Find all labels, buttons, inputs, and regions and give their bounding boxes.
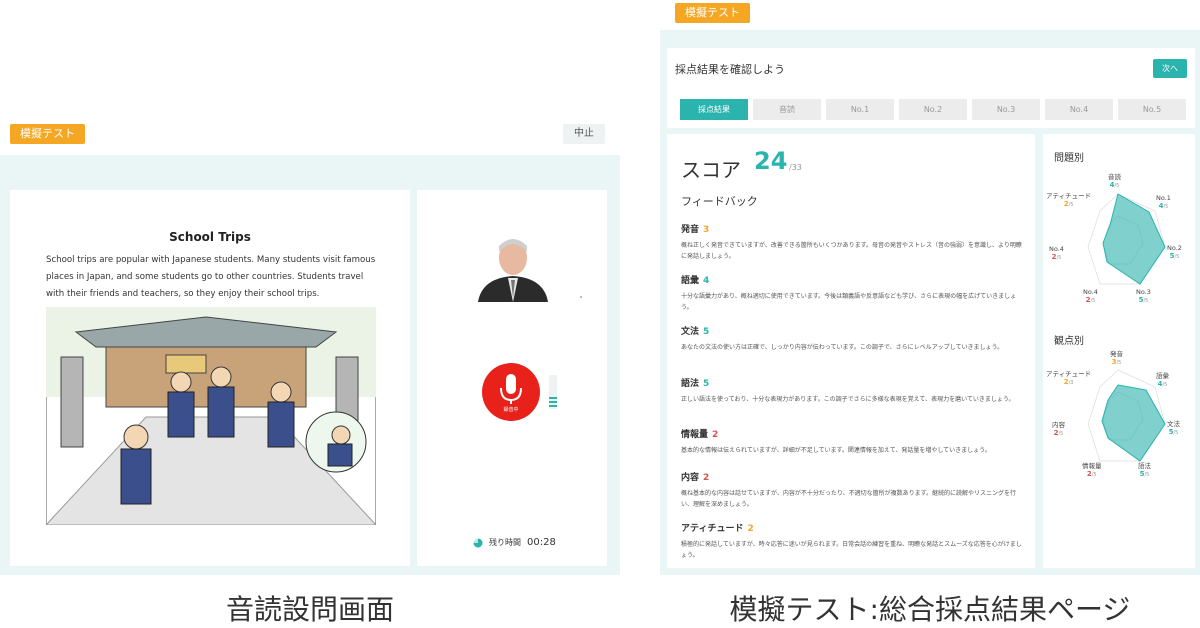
score-label: スコア — [681, 158, 741, 182]
feedback-title: フィードバック — [681, 195, 758, 208]
feedback-item: 語彙 4 十分な語彙力があり、概ね適切に使用できています。今後は類義語や反意語など… — [681, 273, 1026, 313]
feedback-name: 語法 — [681, 379, 700, 389]
feedback-score: 5 — [703, 327, 710, 337]
feedback-score: 3 — [703, 225, 710, 235]
tab-no5[interactable]: No.5 — [1118, 99, 1186, 120]
tab-no1[interactable]: No.1 — [826, 99, 894, 120]
timer-icon — [473, 538, 483, 547]
tab-no4[interactable]: No.4 — [1045, 99, 1113, 120]
timer-value: 00:28 — [527, 537, 556, 548]
radar-label-a6: アティチュード 2/3 — [1046, 370, 1092, 386]
radar-label-a0: 発音 3/5 — [1110, 350, 1123, 366]
school-trip-illustration — [46, 307, 376, 525]
radar-label-a3: 語法 5/5 — [1138, 462, 1151, 478]
radar-label-q2: No.2 5/5 — [1167, 244, 1182, 260]
feedback-score: 2 — [712, 430, 719, 440]
feedback-item: アティチュード 2 積極的に発話していますが、時々応答に迷いが見られます。日常会話… — [681, 521, 1026, 561]
tab-no2[interactable]: No.2 — [899, 99, 967, 120]
by-aspect-title: 観点別 — [1054, 336, 1084, 347]
feedback-item: 発音 3 概ね正しく発音できていますが、改善できる箇所もいくつかあります。母音の発… — [681, 222, 1026, 262]
radar-label-q4: No.4 2/5 — [1083, 288, 1098, 304]
feedback-name: 情報量 — [681, 430, 709, 440]
reading-passage: School trips are popular with Japanese s… — [46, 255, 376, 299]
tab-results[interactable]: 採点結果 — [680, 99, 748, 120]
tab-no3[interactable]: No.3 — [972, 99, 1040, 120]
feedback-text: 正しい語法を使っており、十分な表現力があります。この調子でさらに多様な表現を覚え… — [681, 396, 1015, 403]
timer-label: 残り時間 — [489, 538, 521, 547]
volume-meter — [549, 375, 557, 409]
result-tabs: 採点結果 音読 No.1 No.2 No.3 No.4 No.5 — [680, 99, 1186, 120]
mock-test-badge-results: 模擬テスト — [675, 3, 750, 23]
radar-label-q1: No.1 4/5 — [1156, 194, 1171, 210]
results-heading: 採点結果を確認しよう — [675, 63, 785, 76]
radar-label-q6: アティチュード 2/5 — [1046, 192, 1092, 208]
feedback-text: 十分な語彙力があり、概ね適切に使用できています。今後は類義語や反意語なども学び、… — [681, 293, 1017, 311]
feedback-text: 基本的な情報は伝えられていますが、詳細が不足しています。関連情報を加えて、発話量… — [681, 447, 991, 454]
feedback-score: 2 — [703, 473, 710, 483]
caption-results-page: 模擬テスト:総合採点結果ページ — [729, 593, 1131, 626]
feedback-score: 4 — [703, 276, 710, 286]
radar-label-a4: 情報量 2/5 — [1082, 462, 1102, 478]
dot-marker — [580, 296, 582, 298]
feedback-item: 語法 5 正しい語法を使っており、十分な表現力があります。この調子でさらに多様な表… — [681, 376, 1026, 405]
feedback-item: 内容 2 概ね基本的な内容は話せていますが、内容が不十分だったり、不適切な箇所が複… — [681, 470, 1026, 510]
radar-label-a5: 内容 2/5 — [1052, 421, 1065, 437]
mic-status: 録音中 — [503, 407, 519, 413]
feedback-name: アティチュード — [681, 524, 744, 534]
radar-label-q0: 音読 4/5 — [1108, 173, 1121, 189]
by-question-title: 問題別 — [1054, 153, 1084, 164]
record-button[interactable] — [481, 362, 541, 422]
feedback-text: あなたの文法の使い方は正確で、しっかり内容が伝わっています。この調子で、さらにレ… — [681, 344, 1004, 351]
feedback-item: 情報量 2 基本的な情報は伝えられていますが、詳細が不足しています。関連情報を加え… — [681, 427, 1026, 456]
radar-label-a2: 文法 5/5 — [1167, 420, 1180, 436]
caption-reading-screen: 音読設問画面 — [225, 593, 394, 626]
feedback-name: 文法 — [681, 327, 700, 337]
feedback-text: 積極的に発話していますが、時々応答に迷いが見られます。日常会話の練習を重ね、明瞭… — [681, 541, 1022, 559]
feedback-text: 概ね正しく発音できていますが、改善できる箇所もいくつかあります。母音の発音やスト… — [681, 242, 1022, 260]
radar-label-q5: No.4 2/5 — [1049, 245, 1064, 261]
feedback-name: 語彙 — [681, 276, 700, 286]
abort-button[interactable]: 中止 — [563, 124, 605, 144]
remaining-time: 残り時間 00:28 — [473, 537, 556, 548]
score-value: 24 — [754, 147, 788, 175]
feedback-name: 内容 — [681, 473, 700, 483]
score-total: /33 — [789, 163, 802, 172]
feedback-score: 2 — [747, 524, 754, 534]
radar-label-a1: 語彙 4/5 — [1156, 372, 1169, 388]
feedback-item: 文法 5 あなたの文法の使い方は正確で、しっかり内容が伝わっています。この調子で、… — [681, 324, 1026, 353]
radar-shape-aspect — [1101, 384, 1166, 462]
radar-label-q3: No.3 5/5 — [1136, 288, 1151, 304]
feedback-name: 発音 — [681, 225, 700, 235]
reading-title: School Trips — [169, 230, 251, 244]
tab-reading[interactable]: 音読 — [753, 99, 821, 120]
examiner-photo — [472, 228, 554, 302]
feedback-text: 概ね基本的な内容は話せていますが、内容が不十分だったり、不適切な箇所が複数ありま… — [681, 490, 1017, 508]
mock-test-badge: 模擬テスト — [10, 124, 85, 144]
feedback-score: 5 — [703, 379, 710, 389]
next-button[interactable]: 次へ — [1153, 59, 1187, 78]
